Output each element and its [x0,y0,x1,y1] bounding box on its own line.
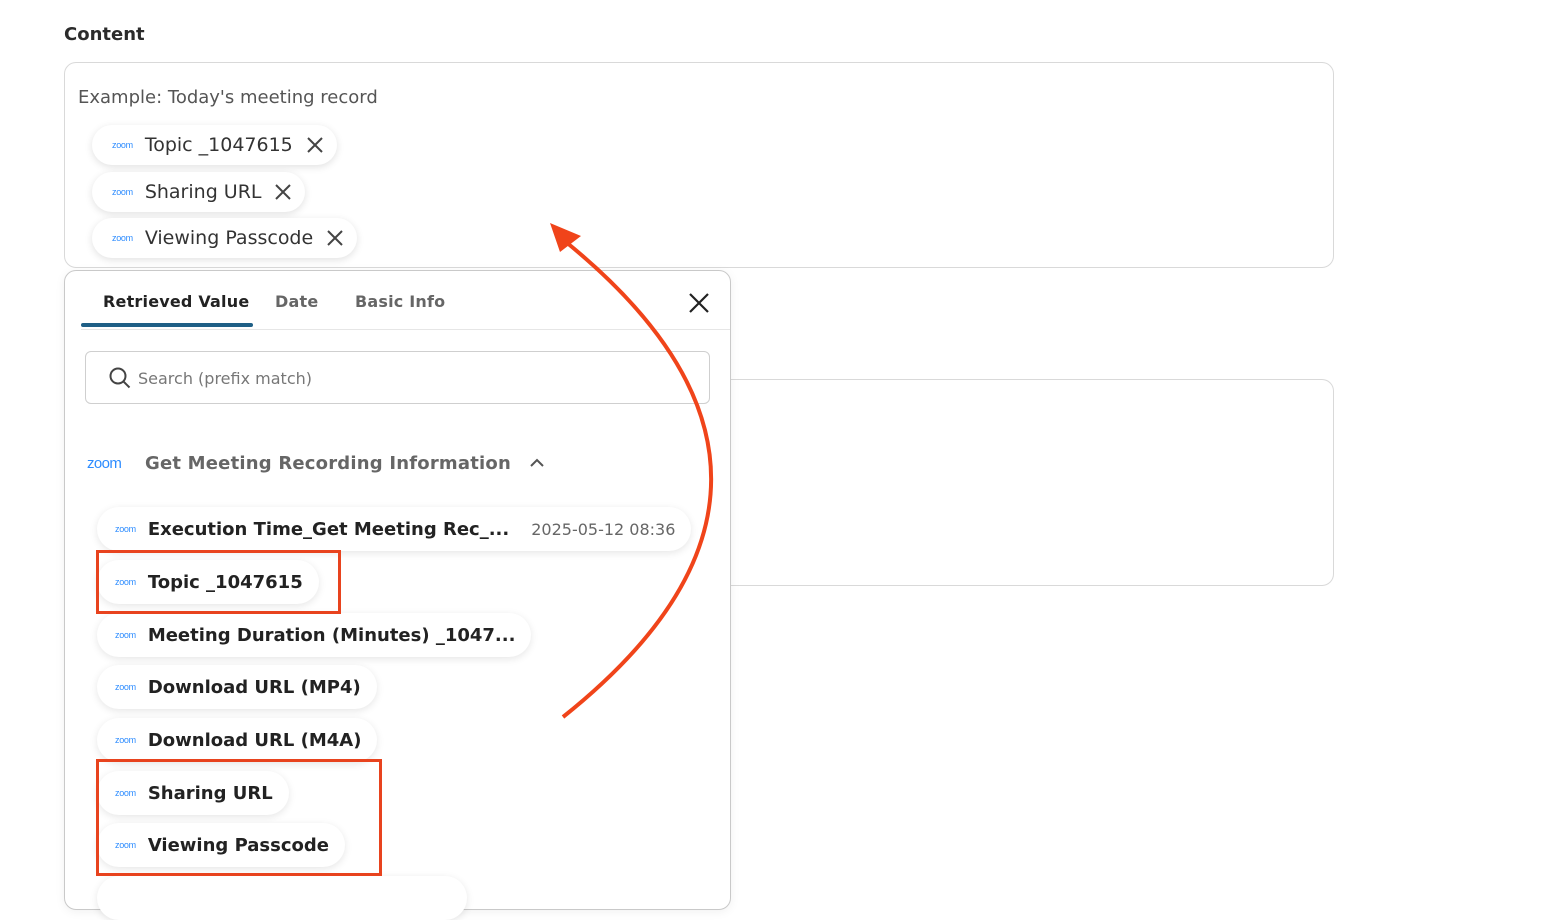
zoom-logo-icon: zoom [87,454,122,472]
list-item-download-url-m4a[interactable]: zoom Download URL (M4A) [97,718,378,762]
zoom-logo-icon: zoom [112,233,133,243]
content-chip-topic: zoom Topic _1047615 [92,125,337,165]
list-item-viewing-passcode[interactable]: zoom Viewing Passcode [97,823,345,867]
zoom-logo-icon: zoom [115,577,136,587]
item-label: Execution Time_Get Meeting Rec_... [147,518,510,540]
zoom-logo-icon: zoom [115,682,136,692]
item-label: Topic _1047615 [147,571,303,593]
content-label: Content [64,24,145,45]
item-value: 2025-05-12 08:36 [531,519,676,539]
content-example-text: Example: Today's meeting record [78,87,378,108]
chip-label: Topic _1047615 [144,134,293,156]
search-field [85,351,710,404]
zoom-logo-icon: zoom [115,788,136,798]
search-input[interactable] [136,362,690,394]
list-item-meeting-duration[interactable]: zoom Meeting Duration (Minutes) _1047... [97,613,532,657]
close-icon[interactable] [687,291,711,315]
zoom-logo-icon: zoom [115,840,136,850]
zoom-logo-icon: zoom [112,187,133,197]
list-item-topic[interactable]: zoom Topic _1047615 [97,560,319,604]
group-title: Get Meeting Recording Information [145,452,511,474]
group-header-get-meeting-recording[interactable]: zoom Get Meeting Recording Information [87,451,545,475]
list-item-execution-time[interactable]: zoom Execution Time_Get Meeting Rec_... … [97,507,692,551]
content-chip-viewing-passcode: zoom Viewing Passcode [92,218,358,258]
item-label: Download URL (M4A) [147,729,362,751]
item-label: Viewing Passcode [147,834,329,856]
remove-chip-icon[interactable] [325,228,345,248]
zoom-logo-icon: zoom [115,524,136,534]
list-item-sharing-url[interactable]: zoom Sharing URL [97,771,289,815]
list-item-download-url-mp4[interactable]: zoom Download URL (MP4) [97,665,377,709]
item-label: Download URL (MP4) [147,676,361,698]
chevron-up-icon[interactable] [529,455,545,471]
chip-label: Sharing URL [144,181,262,203]
chip-label: Viewing Passcode [144,227,314,249]
tab-basic-info[interactable]: Basic Info [355,292,445,311]
zoom-logo-icon: zoom [115,735,136,745]
search-icon [109,367,131,389]
item-label: Meeting Duration (Minutes) _1047... [147,624,516,646]
tab-bar: Retrieved Value Date Basic Info [81,271,730,330]
zoom-logo-icon: zoom [112,140,133,150]
tab-date[interactable]: Date [275,292,318,311]
remove-chip-icon[interactable] [273,182,293,202]
item-label: Sharing URL [147,782,273,804]
content-chip-sharing-url: zoom Sharing URL [92,172,306,212]
zoom-logo-icon: zoom [115,630,136,640]
active-tab-indicator [81,323,253,327]
list-item-partial[interactable] [97,876,467,920]
secondary-field[interactable] [730,379,1334,586]
remove-chip-icon[interactable] [305,135,325,155]
value-picker-panel: Retrieved Value Date Basic Info zoom Get… [64,270,731,920]
tab-retrieved-value[interactable]: Retrieved Value [103,292,249,311]
